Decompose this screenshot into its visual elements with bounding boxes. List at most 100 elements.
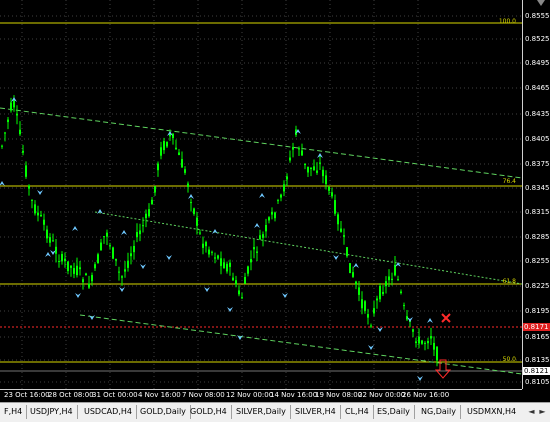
fractal-down-icon	[204, 287, 210, 292]
candle-body	[166, 141, 168, 147]
price-label: 0.8105	[525, 378, 550, 386]
tab-scroll-left-icon[interactable]: ◄	[527, 406, 536, 418]
candle-body	[262, 234, 264, 238]
candle-body	[178, 152, 180, 156]
candle-body	[433, 342, 435, 350]
candle-body	[175, 147, 177, 150]
candle-body	[337, 214, 339, 225]
price-axis[interactable]: 0.8555 0.8525 0.8495 0.8465 0.8435 0.840…	[522, 0, 550, 389]
candle-body	[34, 204, 36, 214]
candle-body	[280, 194, 282, 198]
candle-body	[124, 269, 126, 272]
price-label: 0.8495	[525, 59, 550, 67]
candle-body	[100, 242, 102, 251]
fractal-down-icon	[368, 345, 374, 350]
candle-body	[301, 150, 303, 156]
candle-body	[145, 213, 147, 219]
candle-body	[112, 247, 114, 259]
channel-upper-line	[0, 107, 522, 179]
tab-usdmxn-h4[interactable]: USDMXN,H4	[463, 405, 520, 419]
tab-gold-daily[interactable]: GOLD,Daily	[136, 405, 191, 419]
candle-body	[319, 162, 321, 164]
chart-canvas	[0, 0, 522, 389]
candle-body	[106, 232, 108, 237]
candle-body	[70, 265, 72, 268]
candle-body	[385, 281, 387, 287]
candle-body	[1, 145, 3, 147]
candle-body	[190, 202, 192, 204]
tab-usdjpy-h4[interactable]: USDJPY,H4	[26, 405, 78, 419]
candle-body	[184, 169, 186, 173]
time-axis: 23 Oct 16:00 28 Oct 08:00 31 Oct 00:00 4…	[0, 389, 522, 403]
tab-silver-daily[interactable]: SILVER,Daily	[232, 405, 291, 419]
fractal-down-icon	[89, 315, 95, 320]
tab-f-h4[interactable]: F,H4	[0, 405, 28, 419]
candle-body	[64, 258, 66, 262]
tab-scroll-right-icon[interactable]: ►	[538, 406, 547, 418]
time-label: 19 Nov 08:00	[315, 391, 363, 399]
candle-body	[97, 254, 99, 264]
candle-body	[10, 102, 12, 111]
candle-body	[118, 271, 120, 273]
fractal-up-icon	[353, 263, 359, 268]
fractal-down-icon	[37, 190, 43, 195]
time-label: 4 Nov 16:00	[138, 391, 181, 399]
fractal-up-icon	[45, 252, 51, 257]
tab-es-daily[interactable]: ES,Daily	[373, 405, 415, 419]
candle-body	[382, 291, 384, 295]
candle-body	[91, 275, 93, 282]
candle-body	[22, 150, 24, 153]
candle-body	[403, 305, 405, 307]
fractal-down-icon	[75, 293, 81, 298]
candle-body	[397, 279, 399, 281]
price-label: 0.8225	[525, 282, 550, 290]
candle-body	[286, 176, 288, 180]
candle-body	[196, 217, 198, 226]
candle-body	[418, 336, 420, 344]
candle-body	[364, 301, 366, 311]
candle-body	[73, 268, 75, 274]
candle-body	[316, 170, 318, 173]
candle-body	[76, 265, 78, 276]
candle-body	[370, 325, 372, 327]
candle-body	[136, 232, 138, 238]
fractal-down-icon	[282, 293, 288, 298]
candle-body	[265, 225, 267, 232]
chart-tab-bar: F,H4 USDJPY,H4 USDCAD,H4 GOLD,Daily GOLD…	[0, 402, 550, 422]
candle-body	[283, 184, 285, 192]
time-label: 14 Nov 16:00	[270, 391, 318, 399]
candle-body	[328, 186, 330, 191]
time-label: 23 Oct 16:00	[4, 391, 50, 399]
candle-body	[172, 133, 174, 138]
candle-body	[229, 262, 231, 267]
candle-body	[340, 228, 342, 232]
candle-body	[223, 262, 225, 269]
candle-body	[211, 251, 213, 253]
candle-body	[241, 297, 243, 299]
candle-body	[238, 290, 240, 295]
price-chart[interactable]: 100.0 76.4 61.8 50.0	[0, 0, 522, 389]
tab-ng-daily[interactable]: NG,Daily	[417, 405, 461, 419]
candle-body	[16, 113, 18, 116]
fib-76-label: 76.4	[502, 178, 516, 185]
candle-body	[103, 236, 105, 238]
fractal-down-icon	[407, 317, 413, 322]
candle-body	[331, 192, 333, 197]
tab-gold-h4[interactable]: GOLD,H4	[186, 405, 232, 419]
candle-body	[160, 147, 162, 156]
candle-body	[334, 200, 336, 214]
candle-body	[361, 299, 363, 309]
candle-body	[247, 266, 249, 274]
time-label: 12 Nov 00:00	[226, 391, 274, 399]
candle-body	[19, 129, 21, 135]
candle-body	[40, 214, 42, 217]
tab-usdcad-h4[interactable]: USDCAD,H4	[80, 405, 137, 419]
fractal-down-icon	[140, 264, 146, 269]
candle-body	[232, 277, 234, 281]
candle-body	[49, 237, 51, 243]
tab-cl-h4[interactable]: CL,H4	[341, 405, 374, 419]
scroll-arrow-icon[interactable]	[537, 0, 545, 6]
tab-silver-h4[interactable]: SILVER,H4	[291, 405, 341, 419]
candle-body	[133, 245, 135, 253]
candle-body	[157, 163, 159, 171]
